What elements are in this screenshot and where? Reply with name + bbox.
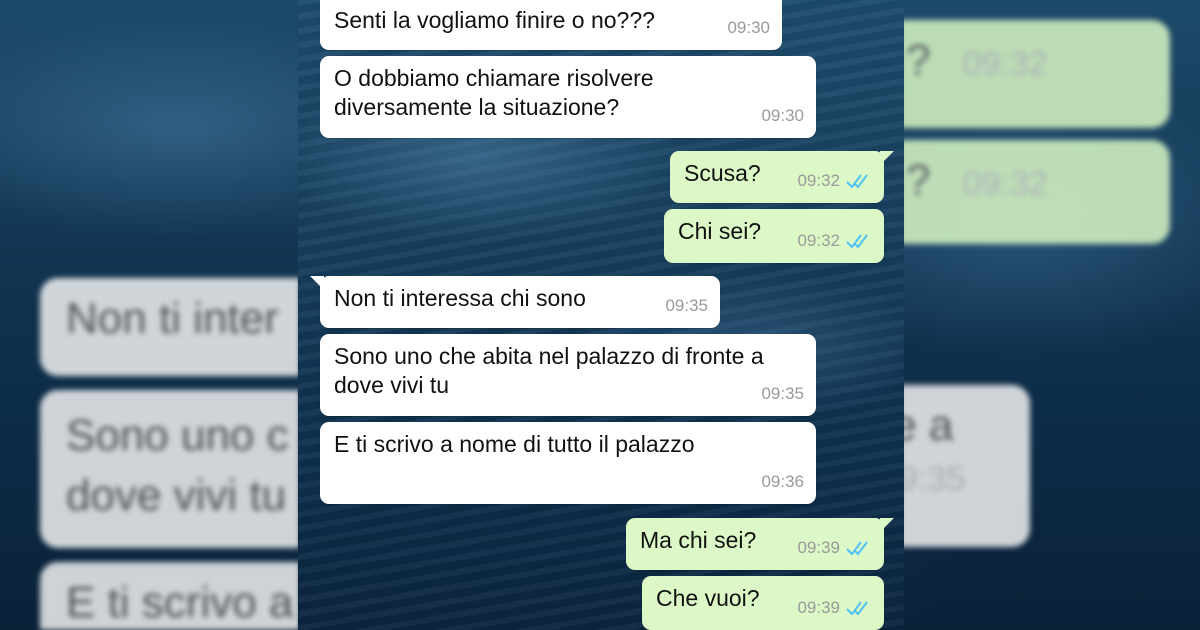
message-incoming[interactable]: Non ti interessa chi sono 09:35 — [310, 276, 720, 328]
message-meta: 09:32 — [797, 226, 872, 255]
message-meta: 09:39 — [797, 593, 872, 622]
message-time: 09:32 — [797, 171, 840, 190]
message-text: Senti la vogliamo finire o no??? — [334, 7, 655, 33]
message-time: 09:36 — [761, 472, 804, 491]
message-meta: 09:35 — [761, 379, 804, 408]
blurred-bubble: ? 09:32 — [900, 140, 1170, 244]
blurred-bubble: E ti scrivo a — [40, 562, 300, 630]
message-time: 09:30 — [761, 106, 804, 125]
message-meta: 09:39 — [797, 533, 872, 562]
message-outgoing[interactable]: Scusa? 09:32 — [670, 151, 894, 203]
message-text: E ti scrivo a nome di tutto il palazzo — [334, 431, 695, 457]
blurred-bubble: te a 09:35 — [900, 385, 1030, 547]
message-meta: 09:35 — [665, 291, 708, 320]
blurred-bubble-time: 09:35 — [900, 460, 966, 498]
chat-conversation[interactable]: Senti la vogliamo finire o no??? 09:30 O… — [298, 0, 904, 630]
message-text: O dobbiamo chiamare risolvere diversamen… — [334, 65, 654, 120]
message-text: Non ti interessa chi sono — [334, 285, 586, 311]
blurred-bubble-time: 09:32 — [962, 165, 1048, 203]
message-meta: 09:30 — [761, 101, 804, 130]
blurred-bubble-text: ? — [906, 156, 931, 205]
message-outgoing[interactable]: Chi sei? 09:32 — [664, 209, 884, 263]
blurred-bubble: Non ti inter — [40, 278, 300, 376]
message-incoming[interactable]: Sono uno che abita nel palazzo di fronte… — [320, 334, 816, 416]
message-incoming[interactable]: E ti scrivo a nome di tutto il palazzo 0… — [320, 422, 816, 504]
blurred-bubble-text: ? — [906, 36, 931, 85]
message-incoming[interactable]: O dobbiamo chiamare risolvere diversamen… — [320, 56, 816, 138]
message-meta: 09:30 — [727, 13, 770, 42]
double-check-read-icon — [846, 233, 868, 249]
blurred-bubble-text: Non ti inter — [66, 294, 279, 343]
message-time: 09:30 — [727, 18, 770, 37]
blurred-bubble-time: 09:32 — [962, 45, 1048, 83]
double-check-read-icon — [846, 540, 868, 556]
blurred-right-panel: ? 09:32 ? 09:32 te a 09:35 — [900, 0, 1200, 630]
message-outgoing[interactable]: Ma chi sei? 09:39 — [626, 518, 894, 570]
double-check-read-icon — [846, 600, 868, 616]
blurred-bubble-text: te a — [900, 401, 954, 450]
message-time: 09:39 — [797, 598, 840, 617]
blurred-bubble-text: E ti scrivo a — [66, 578, 294, 627]
blurred-bubble: ? 09:32 — [900, 20, 1170, 128]
message-meta: 09:36 — [761, 467, 804, 496]
blurred-bubble: Sono uno c dove vivi tu — [40, 390, 300, 548]
message-incoming[interactable]: Senti la vogliamo finire o no??? 09:30 — [320, 0, 782, 50]
message-outgoing[interactable]: Che vuoi? 09:39 — [642, 576, 884, 630]
blurred-left-panel: Non ti inter Sono uno c dove vivi tu E t… — [0, 0, 300, 630]
message-time: 09:39 — [797, 538, 840, 557]
blurred-bubble-text: dove vivi tu — [66, 471, 287, 520]
blurred-bubble-text: Sono uno c — [66, 411, 289, 460]
double-check-read-icon — [846, 173, 868, 189]
message-time: 09:35 — [761, 384, 804, 403]
message-meta: 09:32 — [797, 166, 872, 195]
message-time: 09:32 — [797, 231, 840, 250]
message-time: 09:35 — [665, 296, 708, 315]
message-text: Sono uno che abita nel palazzo di fronte… — [334, 343, 764, 398]
